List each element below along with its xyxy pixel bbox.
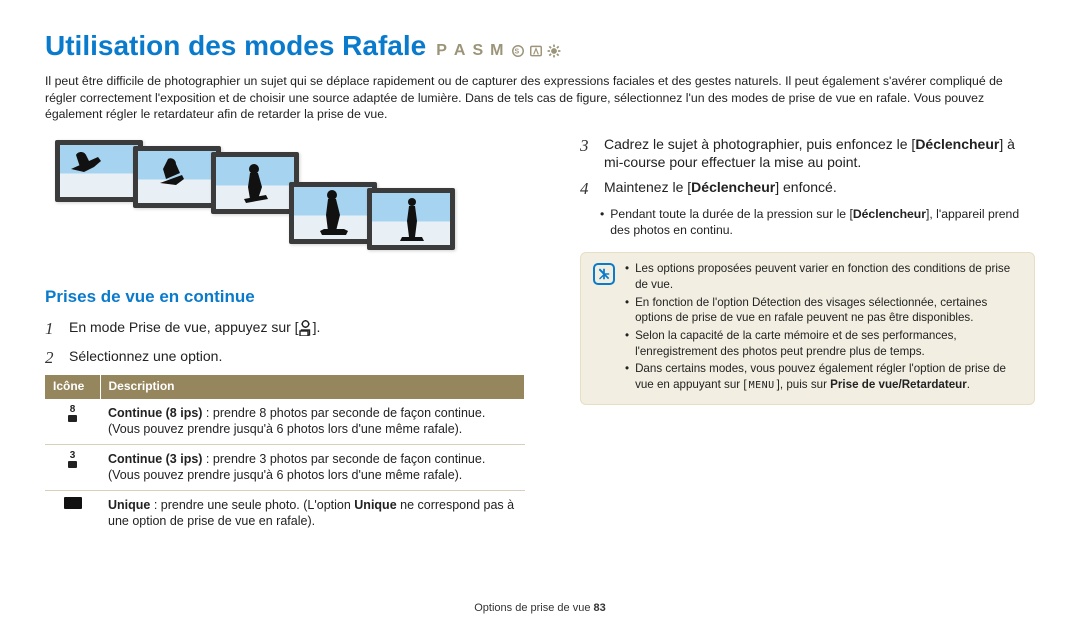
mode-icon-gear <box>546 43 561 58</box>
row2-desc: Continue (3 ips) : prendre 3 photos par … <box>100 444 525 490</box>
options-table: Icône Description 8 Continue (8 ips) : p… <box>45 375 525 536</box>
mode-icon-magic <box>528 43 543 58</box>
burst-button-icon <box>299 320 313 336</box>
mode-a: A <box>454 40 470 61</box>
step-4-sub-b: Déclencheur <box>853 207 926 221</box>
step-num-4: 4 <box>580 178 594 200</box>
mode-m: M <box>490 40 507 61</box>
note-box: Les options proposées peuvent varier en … <box>580 252 1035 405</box>
step-4-b: Déclencheur <box>691 179 775 195</box>
step-4-a: Maintenez le [ <box>604 179 691 195</box>
step-4-sub: Pendant toute la durée de la pression su… <box>600 206 1035 238</box>
row1-icon: 8 <box>45 399 100 445</box>
mode-icon-smart: S <box>510 43 525 58</box>
note-3: Selon la capacité de la carte mémoire et… <box>635 328 1022 359</box>
page-title: Utilisation des modes Rafale <box>45 28 426 65</box>
note-2: En fonction de l'option Détection des vi… <box>635 295 1022 326</box>
step-1-after: ]. <box>313 319 321 335</box>
step-num-1: 1 <box>45 318 59 340</box>
row1-desc: Continue (8 ips) : prendre 8 photos par … <box>100 399 525 445</box>
th-desc: Description <box>100 375 525 399</box>
step-num-2: 2 <box>45 347 59 369</box>
note-1: Les options proposées peuvent varier en … <box>635 261 1022 292</box>
step-2-text: Sélectionnez une option. <box>69 347 535 369</box>
step-4-c: ] enfoncé. <box>775 179 837 195</box>
intro-text: Il peut être difficile de photographier … <box>45 73 1035 123</box>
step-num-3: 3 <box>580 135 594 172</box>
note-icon <box>593 263 615 285</box>
menu-label: MENU <box>747 379 777 393</box>
mode-s: S <box>472 40 487 61</box>
step-1: 1 En mode Prise de vue, appuyez sur []. <box>45 318 535 340</box>
svg-text:S: S <box>514 48 521 55</box>
step-3: 3 Cadrez le sujet à photographier, puis … <box>580 135 1035 172</box>
row2-icon: 3 <box>45 444 100 490</box>
row3-icon <box>45 490 100 536</box>
step-4: 4 Maintenez le [Déclencheur] enfoncé. <box>580 178 1035 200</box>
burst-illustration <box>45 140 535 270</box>
step-4-sub-a: Pendant toute la durée de la pression su… <box>610 207 853 221</box>
note-4: Dans certains modes, vous pouvez égaleme… <box>635 361 1022 392</box>
right-column: 3 Cadrez le sujet à photographier, puis … <box>580 135 1035 536</box>
step-3-b: Déclencheur <box>915 136 999 152</box>
page-footer: Options de prise de vue 83 <box>0 601 1080 616</box>
step-2: 2 Sélectionnez une option. <box>45 347 535 369</box>
mode-indicators: P A S M S <box>436 40 561 61</box>
mode-p: P <box>436 40 451 61</box>
section-subhead: Prises de vue en continue <box>45 286 535 308</box>
row3-desc: Unique : prendre une seule photo. (L'opt… <box>100 490 525 536</box>
th-icon: Icône <box>45 375 100 399</box>
step-3-a: Cadrez le sujet à photographier, puis en… <box>604 136 915 152</box>
left-column: Prises de vue en continue 1 En mode Pris… <box>45 135 535 536</box>
step-1-text: En mode Prise de vue, appuyez sur [ <box>69 319 299 335</box>
